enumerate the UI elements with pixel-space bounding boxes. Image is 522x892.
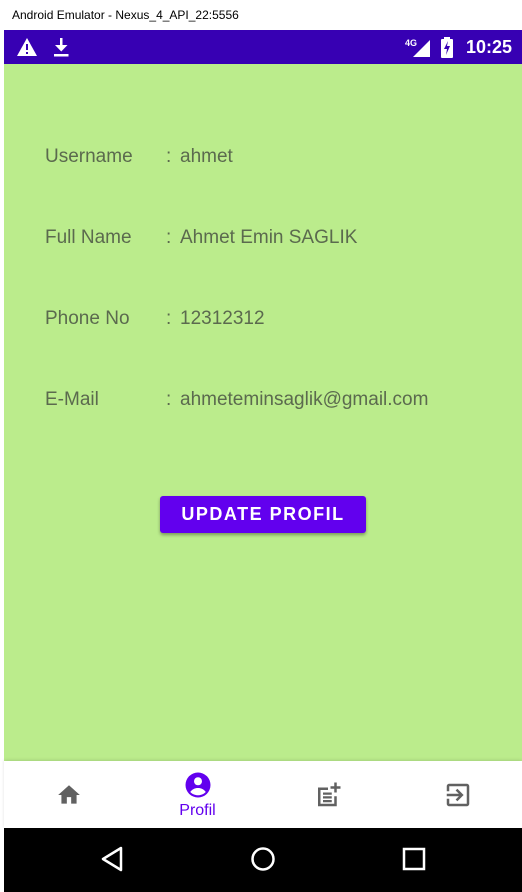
download-icon [54,38,69,57]
signal-4g-icon: 4G [405,38,430,57]
username-value: ahmet [180,146,233,167]
battery-charging-icon [441,37,453,58]
recents-icon[interactable] [401,845,427,873]
email-separator: : [166,389,172,410]
full-name-value: Ahmet Emin SAGLIK [180,227,358,248]
home-circle-icon[interactable] [249,845,277,873]
username-separator: : [166,146,172,167]
status-bar: 4G 10:25 [4,30,522,64]
home-icon [57,784,80,804]
phone-value: 12312312 [180,308,265,329]
account-circle-icon [185,772,210,797]
update-profile-button[interactable]: UPDATE PROFIL [160,496,366,533]
window-title: Android Emulator - Nexus_4_API_22:5556 [0,0,522,30]
network-type-label: 4G [405,38,417,48]
nav-label-profil: Profil [179,801,216,819]
nav-item-post-add[interactable] [263,761,392,828]
system-navigation-bar [4,828,522,892]
phone-separator: : [166,308,172,329]
profile-content: Username : ahmet Full Name : Ahmet Emin … [4,64,522,761]
nav-item-profil[interactable]: Profil [133,761,262,828]
nav-item-home[interactable] [4,761,133,828]
email-value: ahmeteminsaglik@gmail.com [180,389,429,410]
android-device: 4G 10:25 Username : ahmet Full Name : Ah… [4,30,522,892]
post-add-icon [317,782,340,806]
warning-icon [17,38,37,56]
status-time: 10:25 [465,37,512,57]
full-name-label: Full Name [45,227,132,248]
bottom-navigation: Profil [4,761,522,828]
nav-item-logout[interactable] [393,761,522,828]
back-icon[interactable] [99,845,125,873]
email-label: E-Mail [45,389,99,410]
username-label: Username [45,146,133,167]
full-name-separator: : [166,227,172,248]
phone-label: Phone No [45,308,130,329]
logout-icon [446,783,469,806]
